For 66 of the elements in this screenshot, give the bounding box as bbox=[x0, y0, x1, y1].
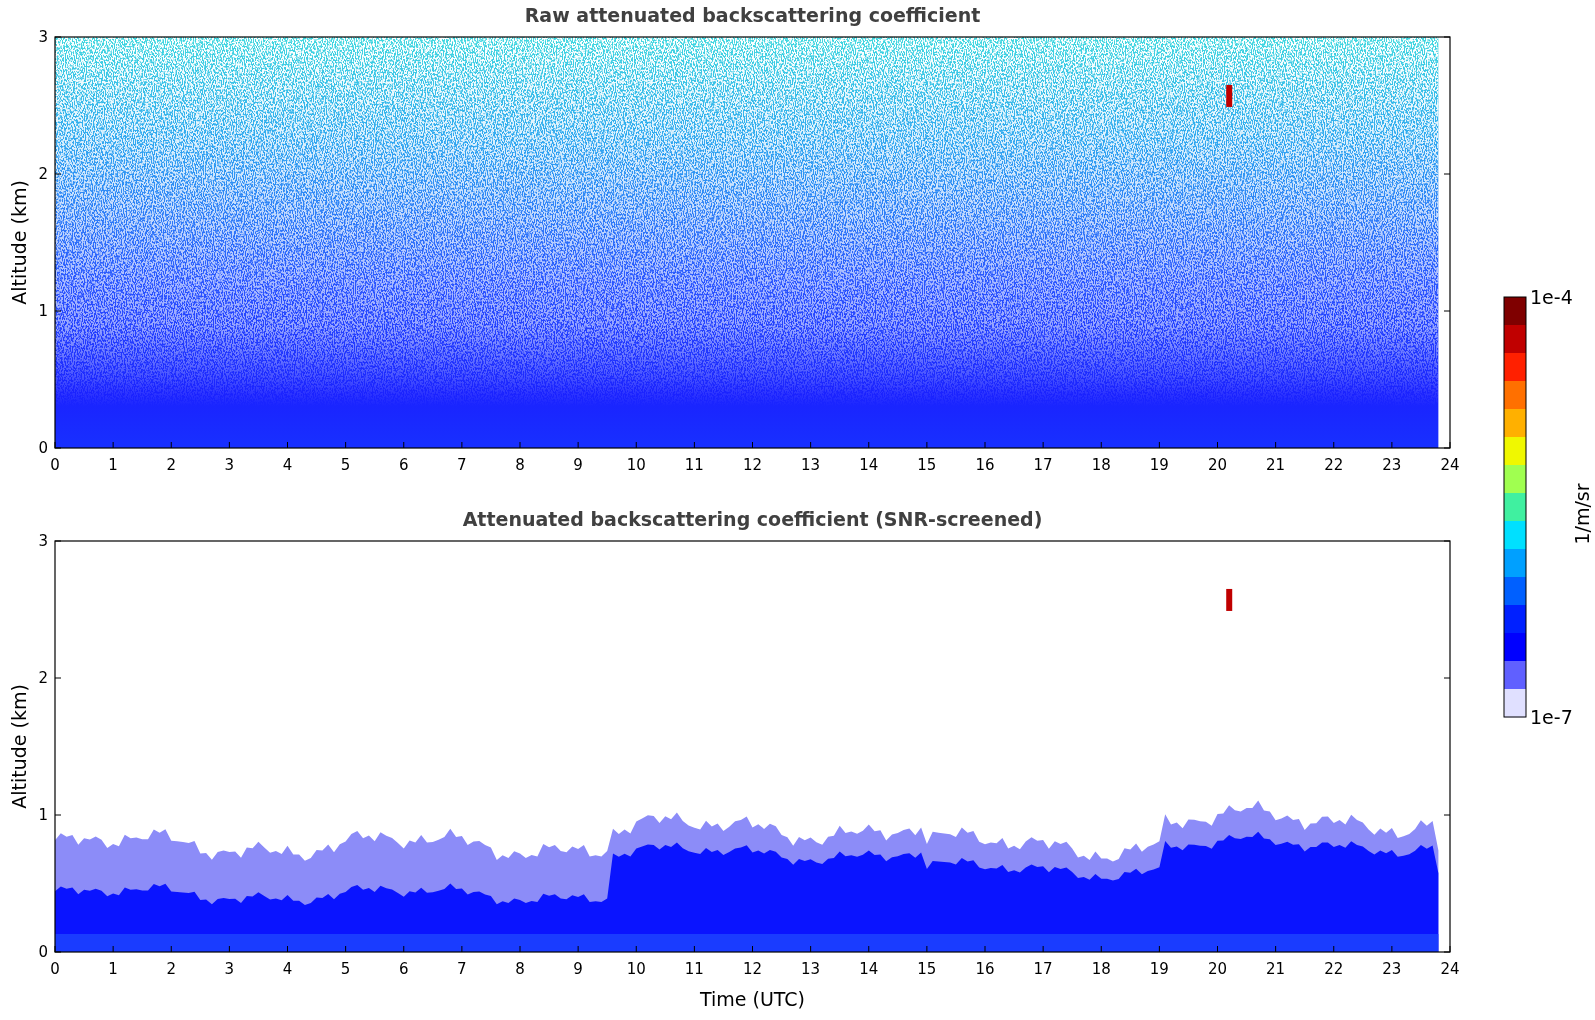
tick-label: 14 bbox=[859, 960, 879, 978]
tick-label: 19 bbox=[1149, 960, 1169, 978]
tick-label: 8 bbox=[515, 960, 525, 978]
tick-label: 3 bbox=[224, 456, 235, 474]
tick-label: 21 bbox=[1266, 456, 1286, 474]
tick-label: 1 bbox=[108, 456, 118, 474]
axis-label: Altitude (km) bbox=[8, 180, 30, 305]
chart-title: Raw attenuated backscattering coefficient bbox=[524, 4, 981, 26]
tick-label: 9 bbox=[573, 960, 583, 978]
tick-label: 12 bbox=[742, 960, 763, 978]
tick-label: 1 bbox=[38, 302, 48, 320]
axis-label: Altitude (km) bbox=[8, 684, 30, 809]
chart-title: Attenuated backscattering coefficient (SNR-screened) bbox=[462, 508, 1043, 530]
tick-label: 10 bbox=[626, 456, 646, 474]
axis-label: Time (UTC) bbox=[700, 988, 805, 1010]
tick-label: 18 bbox=[1091, 456, 1111, 474]
tick-label: 7 bbox=[457, 960, 467, 978]
tick-label: 0 bbox=[38, 439, 48, 457]
tick-label: 23 bbox=[1382, 960, 1402, 978]
tick-label: 11 bbox=[684, 960, 704, 978]
tick-label: 2 bbox=[38, 165, 48, 183]
tick-label: 9 bbox=[573, 456, 583, 474]
tick-label: 1 bbox=[108, 960, 118, 978]
tick-label: 15 bbox=[917, 456, 937, 474]
tick-label: 20 bbox=[1207, 456, 1228, 474]
tick-label: 3 bbox=[38, 532, 48, 550]
tick-label: 16 bbox=[975, 960, 995, 978]
tick-label: 2 bbox=[166, 456, 176, 474]
tick-label: 0 bbox=[50, 456, 60, 474]
tick-label: 19 bbox=[1149, 456, 1169, 474]
tick-label: 0 bbox=[50, 960, 60, 978]
tick-label: 0 bbox=[38, 943, 48, 961]
tick-label: 2 bbox=[166, 960, 176, 978]
tick-label: 6 bbox=[399, 960, 409, 978]
tick-label: 24 bbox=[1440, 960, 1460, 978]
tick-label: 22 bbox=[1324, 960, 1344, 978]
tick-label: 14 bbox=[859, 456, 879, 474]
tick-label: 17 bbox=[1033, 960, 1053, 978]
tick-label: 21 bbox=[1266, 960, 1286, 978]
tick-label: 11 bbox=[684, 456, 704, 474]
tick-label: 20 bbox=[1207, 960, 1228, 978]
tick-label: 22 bbox=[1324, 456, 1344, 474]
tick-label: 5 bbox=[340, 456, 351, 474]
tick-label: 24 bbox=[1440, 456, 1460, 474]
tick-label: 5 bbox=[340, 960, 351, 978]
tick-label: 6 bbox=[399, 456, 409, 474]
colorbar-label: 1/m/sr bbox=[1571, 483, 1593, 545]
tick-label: 12 bbox=[742, 456, 763, 474]
tick-label: 23 bbox=[1382, 456, 1402, 474]
tick-label: 4 bbox=[282, 456, 293, 474]
tick-label: 17 bbox=[1033, 456, 1053, 474]
tick-label: 3 bbox=[224, 960, 235, 978]
tick-label: 15 bbox=[917, 960, 937, 978]
tick-label: 7 bbox=[457, 456, 467, 474]
tick-label: 4 bbox=[282, 960, 293, 978]
tick-label: 10 bbox=[626, 960, 646, 978]
colorbar-tick-label: 1e-4 bbox=[1530, 290, 1573, 308]
tick-label: 3 bbox=[38, 28, 48, 46]
tick-label: 16 bbox=[975, 456, 995, 474]
tick-label: 8 bbox=[515, 456, 525, 474]
tick-label: 18 bbox=[1091, 960, 1111, 978]
colorbar-tick-label: 1e-7 bbox=[1530, 706, 1573, 728]
tick-label: 1 bbox=[38, 806, 48, 824]
tick-label: 13 bbox=[801, 456, 821, 474]
tick-label: 13 bbox=[801, 960, 821, 978]
tick-label: 2 bbox=[38, 669, 48, 687]
